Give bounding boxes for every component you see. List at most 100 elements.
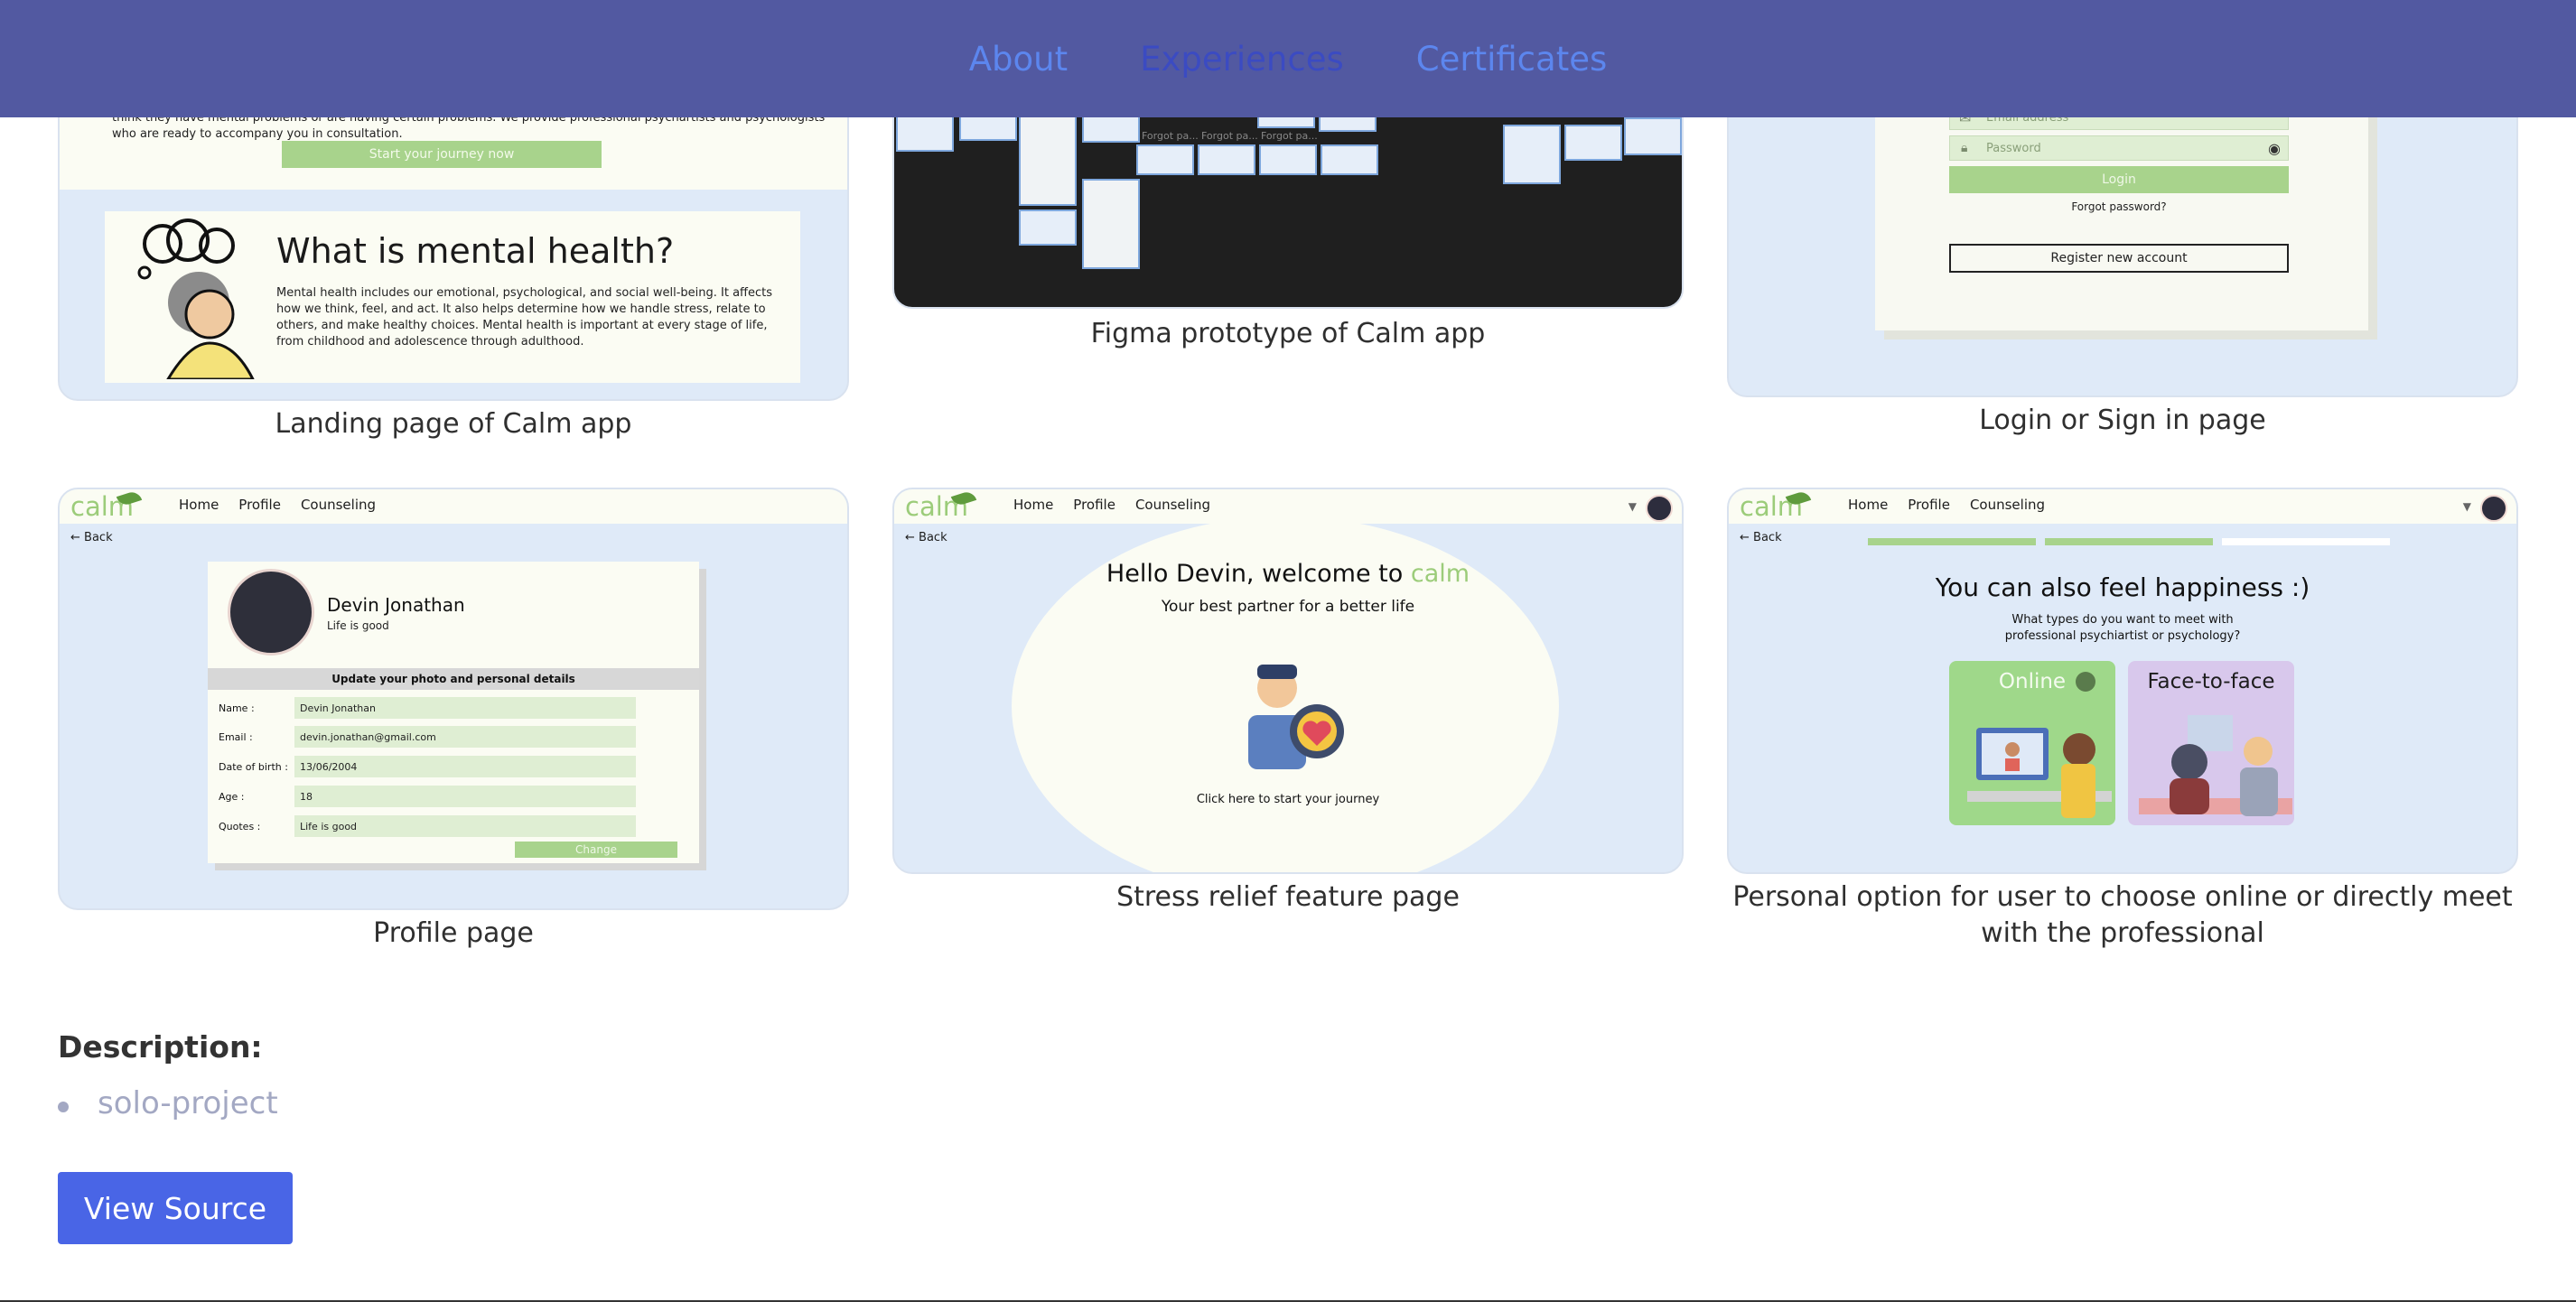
gallery-card-profile: calm Home Profile Counseling ← Back Devi… [58, 488, 849, 957]
welcome-heading-logo: calm [1410, 560, 1470, 588]
landing-mental-health-panel: What is mental health? Mental health inc… [105, 211, 800, 383]
arrow-left-icon: ← [905, 531, 919, 544]
field-value: devin.jonathan@gmail.com [294, 726, 636, 748]
app-nav-counseling: Counseling [300, 497, 377, 513]
app-navbar: calm Home Profile Counseling ▼ [1729, 489, 2516, 524]
figma-frame [1019, 209, 1077, 246]
profile-section-title: Update your photo and personal details [208, 668, 699, 690]
back-link: ← Back [905, 531, 947, 544]
avatar [1646, 495, 1673, 522]
login-screenshot[interactable]: ✉ Email address 🔒︎ Password ◉ Login Forg… [1727, 90, 2518, 397]
app-nav-links: Home Profile Counseling [179, 497, 376, 513]
landing-screenshot[interactable]: "calm" is a web-based platform that prov… [58, 90, 849, 401]
figma-frame [1564, 125, 1622, 161]
view-source-button[interactable]: View Source [58, 1172, 293, 1244]
login-form: ✉ Email address 🔒︎ Password ◉ Login Forg… [1875, 92, 2368, 330]
nav-about[interactable]: About [969, 40, 1068, 79]
figma-frame [1198, 144, 1255, 175]
register-button: Register new account [1949, 244, 2289, 273]
figma-frame [1082, 179, 1140, 269]
lock-icon: 🔒︎ [1961, 141, 1968, 155]
app-navbar: calm Home Profile Counseling [60, 489, 847, 524]
top-navbar: About Experiences Certificates [0, 0, 2576, 117]
landing-heading: What is mental health? [276, 231, 675, 271]
app-nav-counseling: Counseling [1134, 497, 1211, 513]
figma-frame [1321, 144, 1378, 175]
chevron-down-icon: ▼ [2462, 500, 2471, 513]
app-nav-links: Home Profile Counseling [1848, 497, 2045, 513]
video-call-illustration [1967, 728, 2112, 818]
meditating-person-illustration [1248, 665, 1344, 769]
options-screenshot[interactable]: calm Home Profile Counseling ▼ ← Back Yo… [1727, 488, 2518, 874]
progress-step [2045, 538, 2213, 545]
figma-frame [959, 116, 1017, 141]
figma-frame [1019, 116, 1077, 206]
description-label: Description: [58, 1029, 263, 1065]
gallery-card-stress: calm Home Profile Counseling ▼ ← Back He… [892, 488, 1684, 921]
gallery-card-options: calm Home Profile Counseling ▼ ← Back Yo… [1727, 488, 2518, 957]
app-nav-profile: Profile [238, 497, 281, 513]
figma-screenshot[interactable]: Forgot pa... Forgot pa... Forgot pa... [892, 90, 1684, 309]
field-label: Email : [219, 731, 253, 743]
caption-options: Personal option for user to choose onlin… [1732, 881, 2513, 949]
app-nav-counseling: Counseling [1969, 497, 2046, 513]
description-tag: solo-project [98, 1085, 278, 1121]
app-nav-home: Home [1013, 497, 1054, 513]
arrow-left-icon: ← [1740, 531, 1754, 544]
profile-screenshot[interactable]: calm Home Profile Counseling ← Back Devi… [58, 488, 849, 910]
app-nav-home: Home [179, 497, 219, 513]
nav-certificates[interactable]: Certificates [1416, 40, 1607, 79]
back-label: Back [919, 531, 947, 544]
caption-landing: Landing page of Calm app [275, 408, 632, 440]
profile-name: Devin Jonathan [327, 594, 465, 616]
back-label: Back [84, 531, 113, 544]
welcome-subtitle: Your best partner for a better life [1161, 598, 1415, 616]
profile-quote: Life is good [327, 619, 389, 632]
welcome-heading-text: Hello Devin, welcome to [1106, 560, 1404, 588]
figma-frame-label: Forgot pa... [1201, 130, 1258, 142]
options-heading: You can also feel happiness :) [1935, 572, 2310, 602]
figma-frame [896, 116, 954, 152]
figma-frame [1259, 144, 1317, 175]
field-value: Life is good [294, 815, 636, 837]
field-label: Name : [219, 702, 255, 714]
figma-frame [1319, 116, 1377, 132]
bullet-icon [58, 1102, 69, 1112]
avatar [228, 569, 314, 656]
face-to-face-option: Face-to-face [2128, 661, 2294, 825]
meeting-illustration [2139, 715, 2292, 816]
figma-frame [1136, 144, 1194, 175]
progress-step [1868, 538, 2036, 545]
forgot-password-link: Forgot password? [2071, 200, 2167, 213]
back-link: ← Back [1740, 531, 1782, 544]
caption-stress: Stress relief feature page [1116, 881, 1460, 913]
login-button: Login [1949, 166, 2289, 193]
stress-screenshot[interactable]: calm Home Profile Counseling ▼ ← Back He… [892, 488, 1684, 874]
figma-frame [1257, 116, 1315, 128]
landing-body-text: Mental health includes our emotional, ps… [276, 286, 773, 349]
thinking-person-illustration [137, 219, 255, 379]
field-label: Date of birth : [219, 761, 288, 773]
profile-card: Devin Jonathan Life is good Update your … [208, 562, 699, 863]
caption-profile: Profile page [373, 917, 534, 949]
change-button: Change [515, 842, 677, 858]
app-nav-profile: Profile [1073, 497, 1115, 513]
avatar [2480, 495, 2507, 522]
chevron-down-icon: ▼ [1628, 500, 1637, 513]
caption-login: Login or Sign in page [1979, 405, 2266, 436]
figma-frame [1082, 116, 1140, 143]
nav-experiences[interactable]: Experiences [1140, 40, 1344, 79]
field-label: Quotes : [219, 821, 261, 832]
options-question: What types do you want to meet with prof… [2004, 613, 2241, 643]
field-value: 18 [294, 786, 636, 807]
field-value: Devin Jonathan [294, 697, 636, 719]
progress-step [2222, 538, 2390, 545]
online-option: Online [1949, 661, 2115, 825]
face-to-face-label: Face-to-face [2147, 670, 2275, 693]
start-journey-link: Click here to start your journey [1196, 793, 1380, 806]
welcome-heading: Hello Devin, welcome to calm [894, 560, 1682, 588]
caption-figma: Figma prototype of Calm app [1090, 318, 1486, 349]
app-nav-links: Home Profile Counseling [1013, 497, 1210, 513]
back-link: ← Back [70, 531, 113, 544]
back-label: Back [1753, 531, 1782, 544]
